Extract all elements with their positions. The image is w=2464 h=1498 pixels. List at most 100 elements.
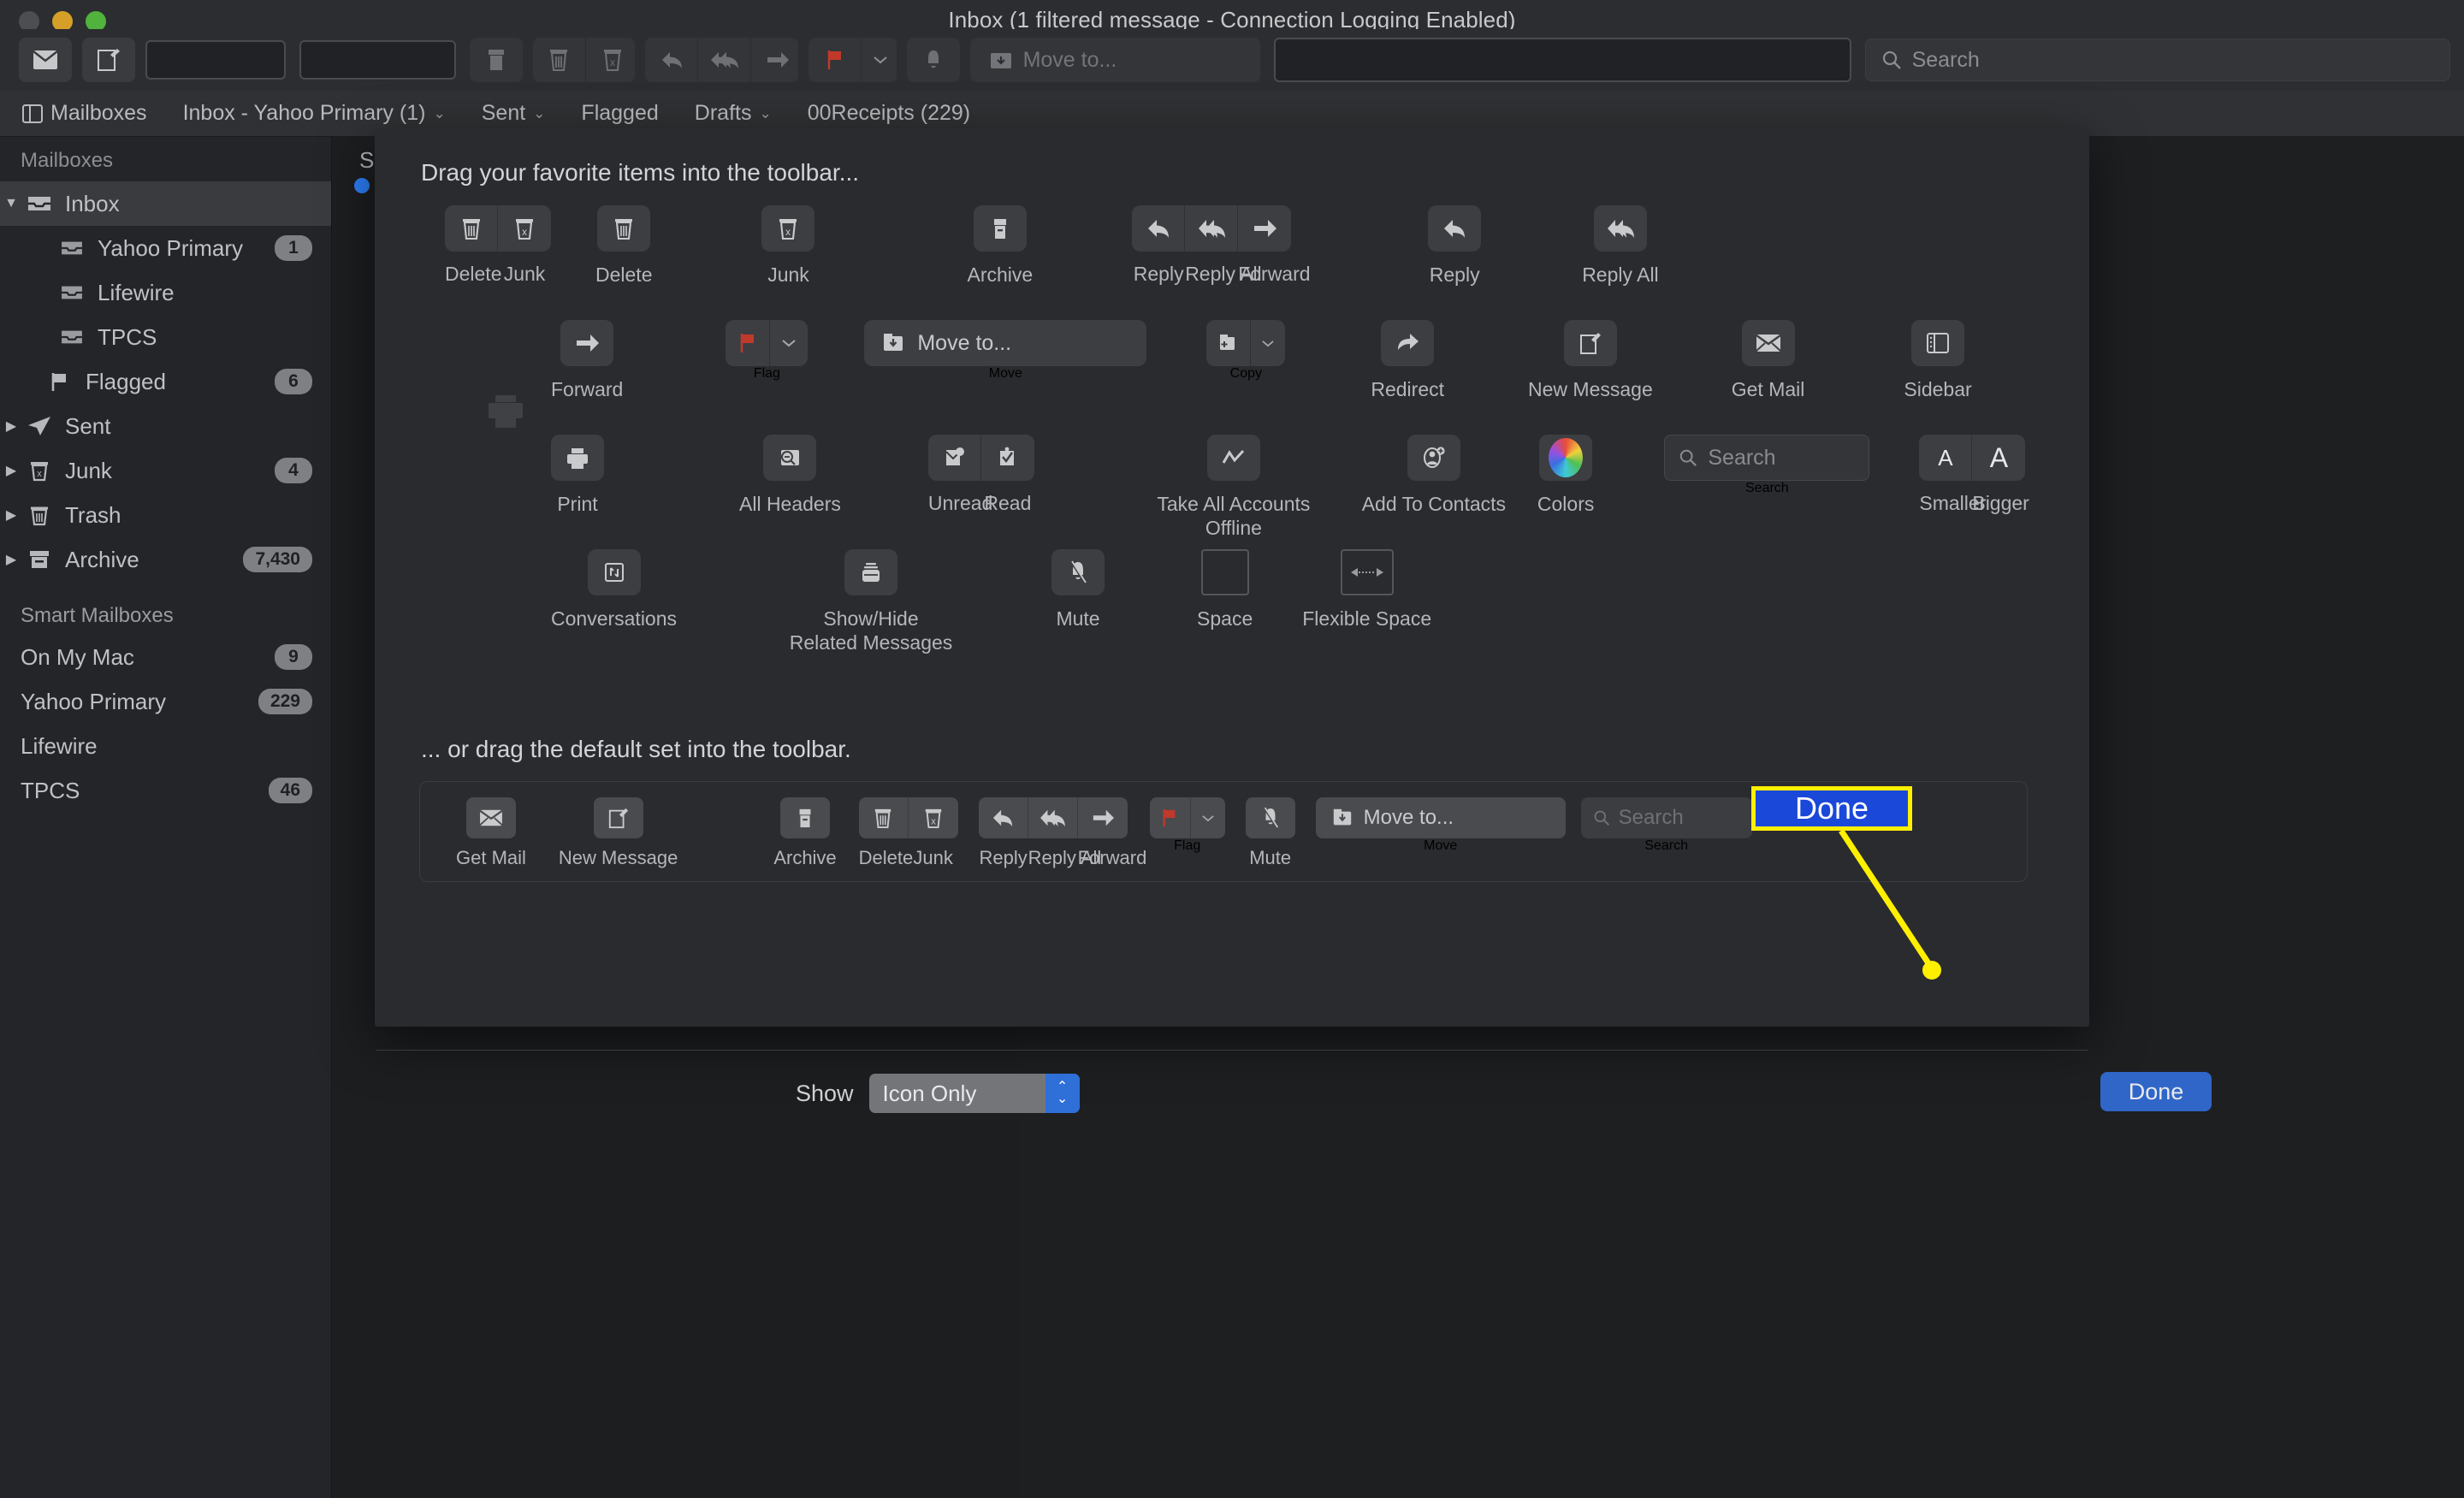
sidebar-item-smart-lifewire[interactable]: Lifewire [0, 724, 331, 768]
palette-item-move-to[interactable]: Move to... Move [864, 320, 1147, 382]
palette-item-get-mail[interactable]: Get Mail [1732, 320, 1804, 401]
junk-icon[interactable]: x [498, 205, 551, 252]
palette-item-add-to-contacts[interactable]: Add To Contacts [1336, 435, 1532, 516]
palette-item-sidebar[interactable]: Sidebar [1904, 320, 1972, 401]
reply-icon[interactable] [1428, 205, 1482, 252]
palette-item-take-offline[interactable]: Take All Accounts Offline [1135, 435, 1332, 540]
reply-all-icon[interactable] [1593, 205, 1647, 252]
done-button[interactable]: Done [2100, 1072, 2212, 1111]
palette-group-smaller-bigger[interactable]: A A Smaller Bigger [1919, 435, 2029, 515]
sidebar-item-smart-yahoo-primary[interactable]: Yahoo Primary 229 [0, 679, 331, 724]
palette-search-field[interactable]: Search [1664, 435, 1870, 481]
reply-icon[interactable] [1132, 205, 1186, 252]
offline-icon[interactable] [1206, 435, 1260, 481]
trash-icon[interactable] [597, 205, 651, 252]
default-item-new-message[interactable]: New Message [559, 797, 678, 869]
chevron-down-icon[interactable] [1251, 320, 1285, 366]
favbar-item-mailboxes[interactable]: Mailboxes [22, 101, 147, 126]
read-icon[interactable] [981, 435, 1034, 481]
forward-button[interactable] [751, 38, 798, 82]
sidebar-icon[interactable] [1911, 320, 1965, 366]
palette-item-reply-all[interactable]: Reply All [1582, 205, 1659, 287]
palette-item-forward[interactable]: Forward [551, 320, 623, 401]
palette-item-search[interactable]: Search Search [1664, 435, 1870, 496]
delete-junk-group[interactable]: x [532, 38, 636, 82]
forward-icon[interactable] [1078, 797, 1128, 838]
toolbar-blank-field[interactable] [1274, 38, 1851, 82]
all-headers-icon[interactable] [763, 435, 817, 481]
toolbar-blank-item-2[interactable] [299, 40, 456, 80]
archive-icon[interactable] [779, 797, 830, 838]
favbar-item-flagged[interactable]: Flagged [581, 101, 658, 126]
reply-button[interactable] [645, 38, 699, 82]
default-move-to-widget[interactable]: Move to... [1315, 797, 1566, 838]
chevron-down-icon[interactable] [770, 320, 808, 366]
trash-icon[interactable] [859, 797, 909, 838]
palette-item-flexible-space[interactable]: Flexible Space [1302, 549, 1431, 631]
favbar-item-drafts[interactable]: Drafts ⌄ [695, 101, 772, 126]
toolbar-item-palette[interactable]: x Delete Junk Delete x Junk Archive Repl… [409, 205, 2060, 664]
colors-icon[interactable] [1539, 435, 1593, 481]
favbar-item-receipts[interactable]: 00Receipts (229) [808, 101, 970, 126]
flag-group[interactable] [808, 38, 897, 82]
unread-icon[interactable] [928, 435, 981, 481]
palette-group-delete-junk[interactable]: x Delete Junk [445, 205, 551, 286]
sidebar-item-archive[interactable]: ▶ Archive 7,430 [0, 537, 331, 582]
palette-item-archive[interactable]: Archive [967, 205, 1033, 287]
palette-item-related-messages[interactable]: Show/Hide Related Messages [764, 549, 978, 654]
disclosure-closed-icon[interactable]: ▶ [0, 551, 22, 568]
chevron-down-icon[interactable]: ⌄ [533, 105, 545, 122]
reply-forward-group[interactable] [645, 38, 799, 82]
print-icon[interactable] [551, 435, 604, 481]
palette-item-junk[interactable]: x Junk [761, 205, 815, 287]
chevron-down-icon[interactable] [1191, 797, 1225, 838]
chevron-down-icon[interactable]: ⌄ [759, 105, 771, 122]
archive-button[interactable] [469, 38, 523, 82]
palette-item-redirect[interactable]: Redirect [1371, 320, 1444, 401]
default-search-field[interactable]: Search [1580, 797, 1752, 838]
palette-group-copy[interactable]: Copy [1206, 320, 1286, 382]
sidebar-item-inbox[interactable]: ▼ Inbox [0, 181, 331, 226]
sidebar-item-tpcs[interactable]: ▶ TPCS [0, 315, 331, 359]
redirect-icon[interactable] [1381, 320, 1435, 366]
palette-item-new-message[interactable]: New Message [1528, 320, 1653, 401]
default-group-flag[interactable]: Flag [1149, 797, 1225, 854]
conversations-icon[interactable] [587, 549, 641, 595]
mute-icon[interactable] [1051, 549, 1105, 595]
junk-button[interactable]: x [586, 38, 635, 82]
move-to-widget[interactable]: Move to... [864, 320, 1147, 366]
new-message-icon[interactable] [1563, 320, 1617, 366]
palette-item-all-headers[interactable]: All Headers [739, 435, 841, 516]
default-group-delete-junk[interactable]: x Delete Junk [858, 797, 958, 869]
disclosure-open-icon[interactable]: ▼ [0, 196, 22, 211]
new-message-button[interactable] [82, 38, 135, 82]
default-group-reply-replyall-forward[interactable]: Reply Reply All Forward [978, 797, 1146, 869]
forward-icon[interactable] [1238, 205, 1291, 252]
related-messages-icon[interactable] [844, 549, 898, 595]
sidebar-item-trash[interactable]: ▶ Trash [0, 493, 331, 537]
reply-all-button[interactable] [698, 38, 752, 82]
mute-icon[interactable] [1245, 797, 1295, 838]
palette-group-reply-replyall-forward[interactable]: Reply Reply All Forward [1132, 205, 1311, 286]
palette-item-space[interactable]: Space [1197, 549, 1253, 631]
palette-item-mute[interactable]: Mute [1051, 549, 1105, 631]
bigger-A-icon[interactable]: A [1972, 435, 2025, 481]
default-item-move-to[interactable]: Move to... Move [1315, 797, 1566, 854]
delete-button[interactable] [533, 38, 586, 82]
get-mail-button[interactable] [19, 38, 72, 82]
sidebar-item-lifewire[interactable]: ▶ Lifewire [0, 270, 331, 315]
reply-icon[interactable] [979, 797, 1028, 838]
reply-all-icon[interactable] [1028, 797, 1078, 838]
new-message-icon[interactable] [593, 797, 643, 838]
default-item-mute[interactable]: Mute [1245, 797, 1295, 869]
copy-folder-icon[interactable] [1206, 320, 1252, 366]
palette-item-reply[interactable]: Reply [1428, 205, 1482, 287]
palette-item-print[interactable]: Print [551, 435, 604, 516]
flag-menu-chevron-icon[interactable] [862, 38, 896, 82]
sidebar-item-smart-tpcs[interactable]: TPCS 46 [0, 768, 331, 813]
flag-button[interactable] [808, 38, 862, 82]
main-toolbar[interactable]: x Move to... Search [0, 29, 2464, 91]
default-item-search[interactable]: Search Search [1580, 797, 1752, 854]
junk-icon[interactable]: x [761, 205, 815, 252]
reply-all-icon[interactable] [1185, 205, 1239, 252]
